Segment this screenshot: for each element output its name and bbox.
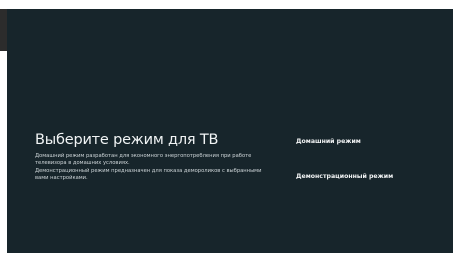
home-mode-description: Домашний режим разработан для экономного… [35, 153, 252, 167]
demo-mode-description: Демонстрационный режим предназначен для … [35, 167, 262, 181]
option-home-mode[interactable]: Домашний режим [296, 138, 361, 145]
tv-screen: Выберите режим для ТВ Домашний режим раз… [7, 9, 453, 253]
dialog-description: Домашний режим разработан для экономного… [35, 153, 275, 182]
corner-mark [0, 9, 7, 51]
option-demo-mode[interactable]: Демонстрационный режим [296, 173, 393, 180]
dialog-title: Выберите режим для ТВ [35, 132, 219, 148]
mode-options: Домашний режим Демонстрационный режим [296, 9, 446, 253]
screenshot-frame: Выберите режим для ТВ Домашний режим раз… [0, 0, 455, 260]
